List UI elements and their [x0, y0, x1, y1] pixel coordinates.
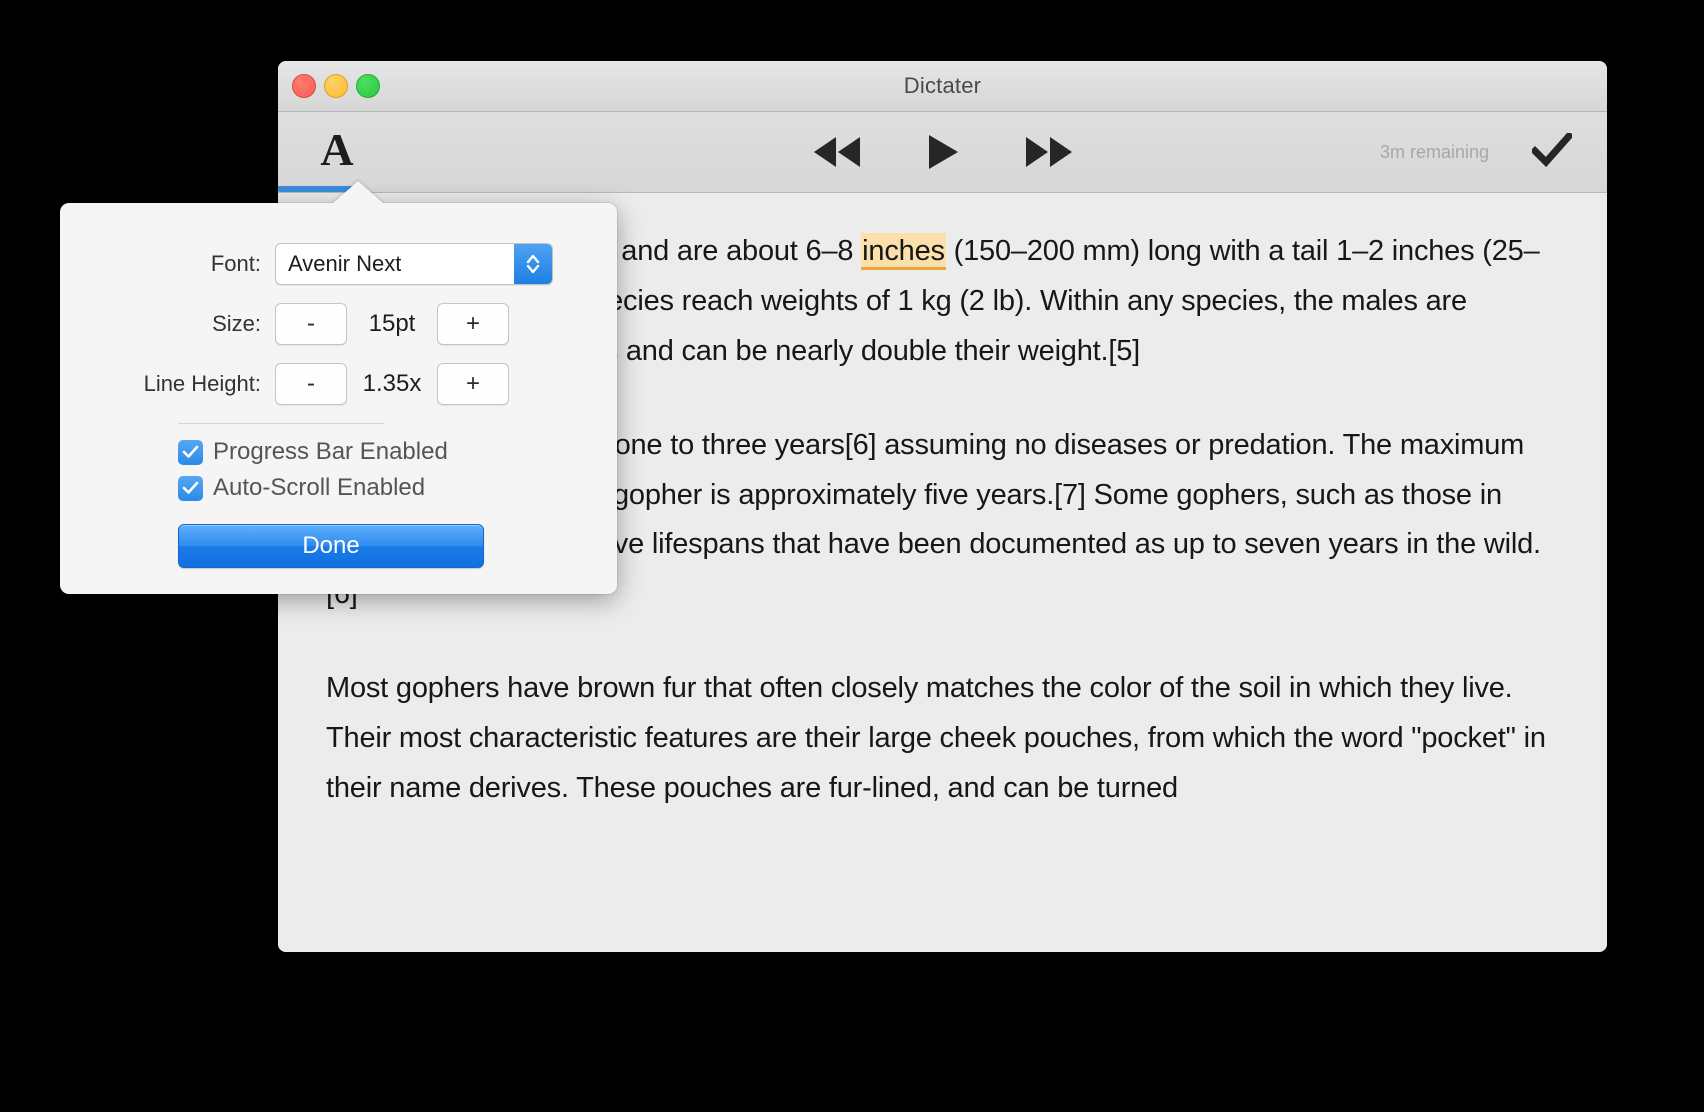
auto-scroll-enabled-checkbox-row[interactable]: Auto-Scroll Enabled [178, 474, 567, 502]
screen: Dictater A 3m remaining and are about 6–… [0, 0, 1704, 1112]
checkmark-icon [182, 481, 199, 494]
size-row: Size: - 15pt + [60, 303, 567, 345]
play-button[interactable] [915, 129, 971, 175]
spoken-word-highlight: inches [861, 233, 946, 270]
font-settings-popover: Font: Avenir Next Size: - 15pt + Line He… [60, 181, 617, 594]
fast-forward-button[interactable] [1021, 129, 1077, 175]
line-height-decrease-button[interactable]: - [275, 363, 347, 405]
checkmark-icon [1530, 130, 1574, 172]
font-select[interactable]: Avenir Next [275, 243, 553, 285]
size-label: Size: [212, 311, 261, 336]
done-button[interactable]: Done [178, 524, 484, 568]
popover-content: Font: Avenir Next Size: - 15pt + Line He… [60, 203, 617, 568]
close-window-button[interactable] [292, 74, 316, 98]
font-select-value: Avenir Next [288, 251, 402, 276]
checkmark-icon [182, 445, 199, 458]
progress-bar-enabled-checkbox[interactable] [178, 439, 203, 465]
play-icon [926, 133, 960, 171]
progress-bar-enabled-label: Progress Bar Enabled [213, 438, 448, 465]
paragraph-3: Most gophers have brown fur that often c… [326, 672, 1546, 804]
minimize-window-button[interactable] [324, 74, 348, 98]
size-increase-button[interactable]: + [437, 303, 509, 345]
rewind-icon [812, 135, 862, 169]
font-row: Font: Avenir Next [60, 243, 567, 285]
finish-button[interactable] [1525, 112, 1579, 192]
fast-forward-icon [1024, 135, 1074, 169]
traffic-light-group [292, 61, 380, 111]
maximize-window-button[interactable] [356, 74, 380, 98]
size-value: 15pt [368, 310, 416, 337]
window-title: Dictater [903, 73, 982, 98]
popover-divider [178, 423, 384, 424]
progress-bar-enabled-checkbox-row[interactable]: Progress Bar Enabled [178, 438, 567, 466]
time-remaining-label: 3m remaining [1379, 141, 1489, 162]
auto-scroll-enabled-checkbox[interactable] [178, 475, 203, 501]
playback-progress-bar[interactable] [278, 186, 1607, 192]
toolbar: A 3m remaining [278, 112, 1607, 193]
font-select-stepper-icon[interactable] [514, 244, 552, 284]
rewind-button[interactable] [809, 129, 865, 175]
line-height-row: Line Height: - 1.35x + [60, 363, 567, 405]
auto-scroll-enabled-label: Auto-Scroll Enabled [213, 474, 426, 501]
title-bar: Dictater [278, 61, 1607, 112]
popover-arrow [332, 181, 384, 204]
line-height-value: 1.35x [362, 370, 422, 397]
line-height-increase-button[interactable]: + [437, 363, 509, 405]
font-label: Font: [210, 251, 261, 276]
size-decrease-button[interactable]: - [275, 303, 347, 345]
line-height-label: Line Height: [143, 371, 261, 396]
